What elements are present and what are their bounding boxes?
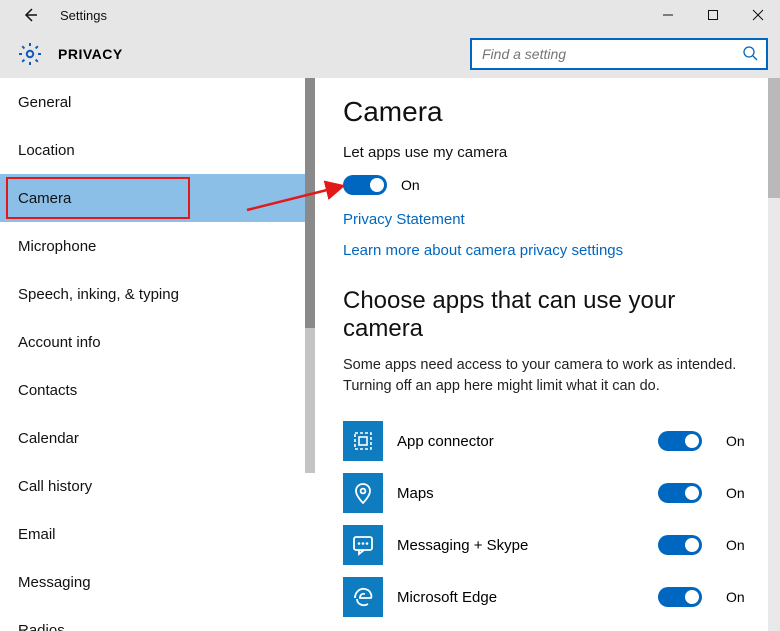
app-toggle-state: On [726, 485, 756, 501]
main-panel: Camera Let apps use my camera On Privacy… [315, 78, 780, 631]
sidebar-scrollbar[interactable] [305, 78, 315, 473]
app-toggle[interactable] [658, 431, 702, 451]
content: General Location Camera Microphone Speech, i… [0, 78, 780, 631]
master-toggle[interactable] [343, 175, 387, 195]
sidebar-item-location[interactable]: Location [0, 126, 315, 174]
sidebar-item-label: Email [18, 526, 56, 543]
maximize-button[interactable] [690, 0, 735, 30]
privacy-statement-link[interactable]: Privacy Statement [343, 211, 756, 228]
sidebar-item-camera[interactable]: Camera [0, 174, 315, 222]
sidebar-item-label: Microphone [18, 238, 96, 255]
sidebar: General Location Camera Microphone Speech, i… [0, 78, 315, 631]
sidebar-item-label: Camera [18, 190, 71, 207]
sidebar-item-account-info[interactable]: Account info [0, 318, 315, 366]
sidebar-item-call-history[interactable]: Call history [0, 462, 315, 510]
app-name-label: Messaging + Skype [397, 537, 644, 554]
page-title: Camera [343, 96, 756, 128]
sidebar-item-label: Radios [18, 622, 65, 631]
app-toggle[interactable] [658, 587, 702, 607]
sidebar-item-general[interactable]: General [0, 78, 315, 126]
search-box[interactable] [470, 38, 768, 70]
app-connector-icon [343, 421, 383, 461]
window-controls [645, 0, 780, 30]
maps-icon [343, 473, 383, 513]
sidebar-item-label: Account info [18, 334, 101, 351]
app-row: Microsoft Edge On [343, 571, 756, 623]
app-row: Messaging + Skype On [343, 519, 756, 571]
app-toggle-state: On [726, 433, 756, 449]
sidebar-item-label: Speech, inking, & typing [18, 286, 179, 303]
messaging-icon [343, 525, 383, 565]
sidebar-item-label: Call history [18, 478, 92, 495]
app-name-label: Maps [397, 485, 644, 502]
sidebar-item-radios[interactable]: Radios [0, 606, 315, 631]
choose-apps-title: Choose apps that can use your camera [343, 287, 756, 343]
app-toggle[interactable] [658, 535, 702, 555]
app-toggle-state: On [726, 589, 756, 605]
choose-apps-desc: Some apps need access to your camera to … [343, 355, 756, 397]
master-switch-label: Let apps use my camera [343, 144, 756, 161]
search-input[interactable] [480, 45, 742, 63]
master-toggle-state: On [401, 177, 420, 193]
header: PRIVACY [0, 30, 780, 78]
sidebar-item-microphone[interactable]: Microphone [0, 222, 315, 270]
sidebar-item-speech-inking-typing[interactable]: Speech, inking, & typing [0, 270, 315, 318]
sidebar-item-label: Calendar [18, 430, 79, 447]
sidebar-item-label: Contacts [18, 382, 77, 399]
window-title: Settings [60, 8, 107, 23]
sidebar-item-calendar[interactable]: Calendar [0, 414, 315, 462]
app-row: App connector On [343, 415, 756, 467]
minimize-button[interactable] [645, 0, 690, 30]
main-scrollbar[interactable] [768, 78, 780, 631]
gear-icon [16, 40, 44, 68]
section-title: PRIVACY [58, 46, 123, 62]
app-name-label: Microsoft Edge [397, 589, 644, 606]
search-icon [742, 45, 758, 64]
app-name-label: App connector [397, 433, 644, 450]
back-button[interactable] [18, 3, 42, 27]
learn-more-link[interactable]: Learn more about camera privacy settings [343, 242, 756, 259]
edge-icon [343, 577, 383, 617]
sidebar-item-label: Messaging [18, 574, 91, 591]
sidebar-item-contacts[interactable]: Contacts [0, 366, 315, 414]
sidebar-item-email[interactable]: Email [0, 510, 315, 558]
sidebar-item-label: Location [18, 142, 75, 159]
app-row: Maps On [343, 467, 756, 519]
app-toggle-state: On [726, 537, 756, 553]
sidebar-item-messaging[interactable]: Messaging [0, 558, 315, 606]
close-button[interactable] [735, 0, 780, 30]
titlebar: Settings [0, 0, 780, 30]
sidebar-item-label: General [18, 94, 71, 111]
app-toggle[interactable] [658, 483, 702, 503]
